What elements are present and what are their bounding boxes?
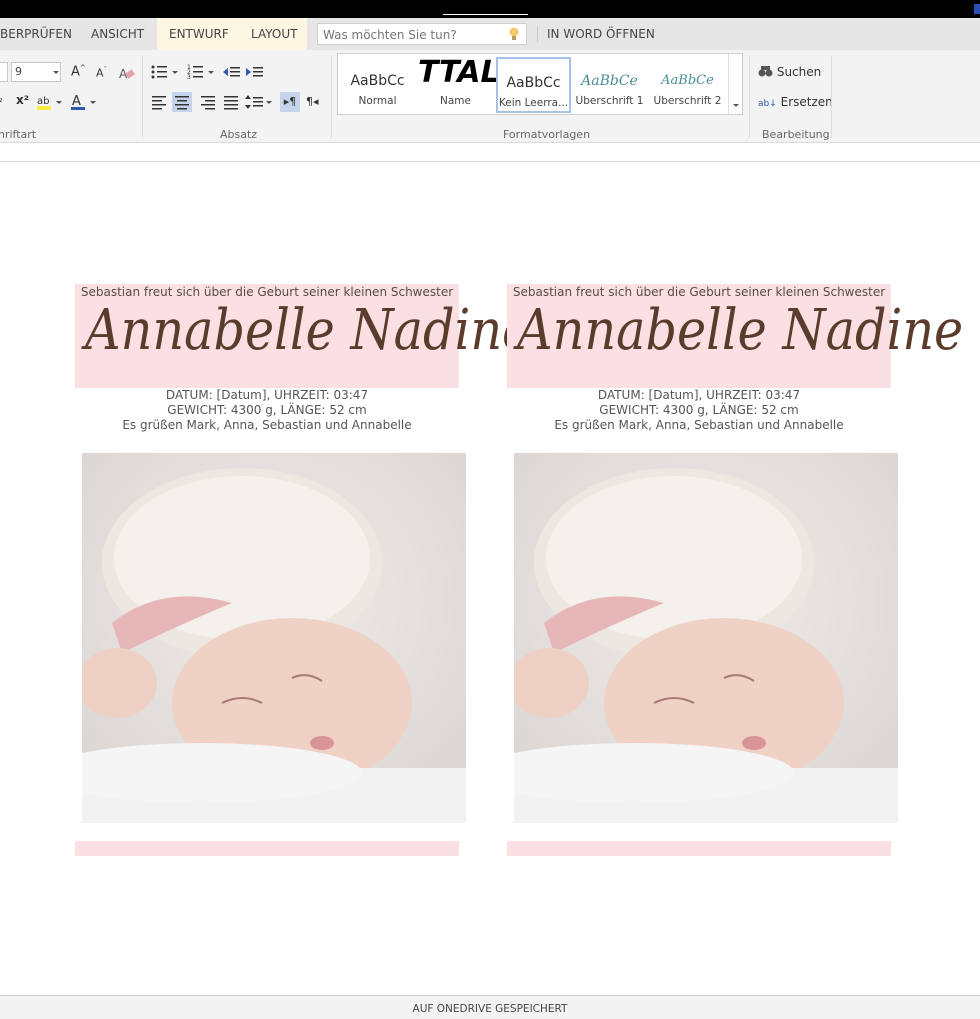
- baby-name: Annabelle Nadine: [517, 298, 964, 363]
- numbering-icon[interactable]: 1 2 3: [186, 62, 206, 82]
- style-heading-2[interactable]: AaBbCe Überschrift 2: [650, 57, 725, 113]
- baby-photo[interactable]: [82, 453, 466, 823]
- replace-label: Ersetzen: [780, 95, 833, 109]
- baby-photo[interactable]: [514, 453, 898, 823]
- font-name-box[interactable]: [0, 62, 8, 82]
- style-label: Überschrift 2: [653, 95, 722, 107]
- weight-length-line: GEWICHT: 4300 g, LÄNGE: 52 cm: [167, 403, 367, 417]
- greeting-line: Es grüßen Mark, Anna, Sebastian und Anna…: [554, 418, 844, 432]
- style-preview: AaBbCc: [350, 73, 405, 89]
- chevron-down-icon: [172, 71, 178, 74]
- tab-design[interactable]: ENTWURF: [169, 18, 229, 50]
- bullets-icon[interactable]: [150, 62, 170, 82]
- baby-name: Annabelle Nadine: [85, 298, 532, 363]
- editing-group-label: Bearbeitung: [762, 128, 830, 141]
- styles-group-label: Formatvorlagen: [503, 128, 591, 141]
- chevron-down-icon: [90, 101, 96, 104]
- ribbon-bottom-strip: [0, 143, 980, 162]
- style-name[interactable]: TTAL Name: [418, 55, 500, 113]
- tagline: Sebastian freut sich über die Geburt sei…: [80, 285, 454, 299]
- chevron-down-icon: [266, 101, 272, 104]
- title-underline: [443, 14, 528, 15]
- birth-date-line: DATUM: [Datum], UHRZEIT: 03:47: [597, 388, 801, 402]
- ribbon-tab-bar: BERPRÜFEN ANSICHT ENTWURF LAYOUT IN WORD…: [0, 18, 980, 50]
- increase-indent-icon[interactable]: [245, 62, 265, 82]
- style-preview: AaBbCc: [506, 75, 561, 91]
- show-formatting-icon[interactable]: ¶◂: [306, 95, 319, 108]
- group-divider: [331, 56, 332, 138]
- gallery-more-button[interactable]: [728, 54, 742, 114]
- style-preview: AaBbCe: [581, 73, 638, 89]
- tell-me-box[interactable]: [317, 23, 527, 45]
- style-preview: AaBbCe: [661, 73, 714, 88]
- document-canvas[interactable]: Sebastian freut sich über die Geburt sei…: [0, 163, 980, 995]
- replace-icon: ab↓: [758, 99, 777, 109]
- grow-font-icon[interactable]: A^: [71, 64, 86, 79]
- paragraph-group-label: Absatz: [220, 128, 258, 141]
- style-no-spacing[interactable]: AaBbCc Kein Leerra...: [496, 57, 571, 113]
- font-color-icon[interactable]: A: [69, 92, 89, 112]
- window-corner-indicator: [974, 4, 980, 14]
- ribbon: 9 A^ Aˇ A ₂ x² ab A hriftart 1 2 3 ▸¶ ¶◂…: [0, 50, 980, 143]
- svg-text:A: A: [72, 94, 81, 109]
- find-button[interactable]: Suchen: [758, 65, 821, 79]
- justify-icon[interactable]: [221, 92, 241, 112]
- find-label: Suchen: [776, 65, 822, 79]
- replace-button[interactable]: ab↓ Ersetzen: [758, 95, 833, 109]
- group-divider: [142, 56, 143, 138]
- chevron-down-icon: [56, 101, 62, 104]
- tell-me-input[interactable]: [318, 25, 498, 45]
- chevron-down-icon: [53, 71, 59, 74]
- font-size-value: 9: [15, 65, 22, 78]
- chevron-down-icon: [208, 71, 214, 74]
- tab-review[interactable]: BERPRÜFEN: [0, 18, 72, 50]
- style-normal[interactable]: AaBbCc Normal: [340, 57, 415, 113]
- lightbulb-icon: [509, 27, 519, 40]
- tab-view[interactable]: ANSICHT: [91, 18, 144, 50]
- svg-text:3: 3: [187, 74, 191, 81]
- decrease-indent-icon[interactable]: [222, 62, 242, 82]
- clear-formatting-icon[interactable]: A: [117, 64, 137, 84]
- style-label: Name: [440, 95, 471, 107]
- svg-text:ab: ab: [37, 96, 49, 107]
- highlight-color-icon[interactable]: ab: [35, 92, 55, 112]
- style-heading-1[interactable]: AaBbCe Überschrift 1: [572, 57, 647, 113]
- shrink-font-icon[interactable]: Aˇ: [96, 66, 107, 80]
- style-preview: TTAL: [418, 55, 500, 90]
- weight-length-line: GEWICHT: 4300 g, LÄNGE: 52 cm: [599, 403, 799, 417]
- align-right-icon[interactable]: [197, 92, 217, 112]
- binoculars-icon: [758, 66, 773, 77]
- save-status: AUF ONEDRIVE GESPEICHERT: [412, 1003, 568, 1015]
- subscript-icon[interactable]: ₂: [0, 95, 3, 105]
- style-label: Kein Leerra...: [498, 97, 569, 109]
- tab-divider: [537, 26, 538, 42]
- style-label: Normal: [358, 95, 397, 107]
- chevron-down-icon: [733, 104, 739, 107]
- font-group-label: hriftart: [0, 128, 37, 141]
- style-label: Überschrift 1: [575, 95, 644, 107]
- title-bar: [0, 0, 980, 18]
- open-in-word-link[interactable]: IN WORD ÖFFNEN: [547, 18, 655, 50]
- tagline: Sebastian freut sich über die Geburt sei…: [512, 285, 886, 299]
- greeting-line: Es grüßen Mark, Anna, Sebastian und Anna…: [122, 418, 412, 432]
- group-divider: [831, 56, 832, 138]
- align-center-icon[interactable]: [172, 92, 192, 112]
- line-spacing-icon[interactable]: [245, 92, 265, 112]
- tab-layout[interactable]: LAYOUT: [251, 18, 297, 50]
- birth-date-line: DATUM: [Datum], UHRZEIT: 03:47: [165, 388, 369, 402]
- superscript-icon[interactable]: x²: [16, 93, 29, 107]
- footer-band: [507, 841, 891, 856]
- ltr-direction-icon[interactable]: ▸¶: [280, 92, 300, 112]
- group-divider: [749, 56, 750, 138]
- styles-gallery: AaBbCc Normal TTAL Name AaBbCc Kein Leer…: [337, 53, 743, 115]
- align-left-icon[interactable]: [150, 92, 170, 112]
- status-bar: AUF ONEDRIVE GESPEICHERT: [0, 995, 980, 1019]
- footer-band: [75, 841, 459, 856]
